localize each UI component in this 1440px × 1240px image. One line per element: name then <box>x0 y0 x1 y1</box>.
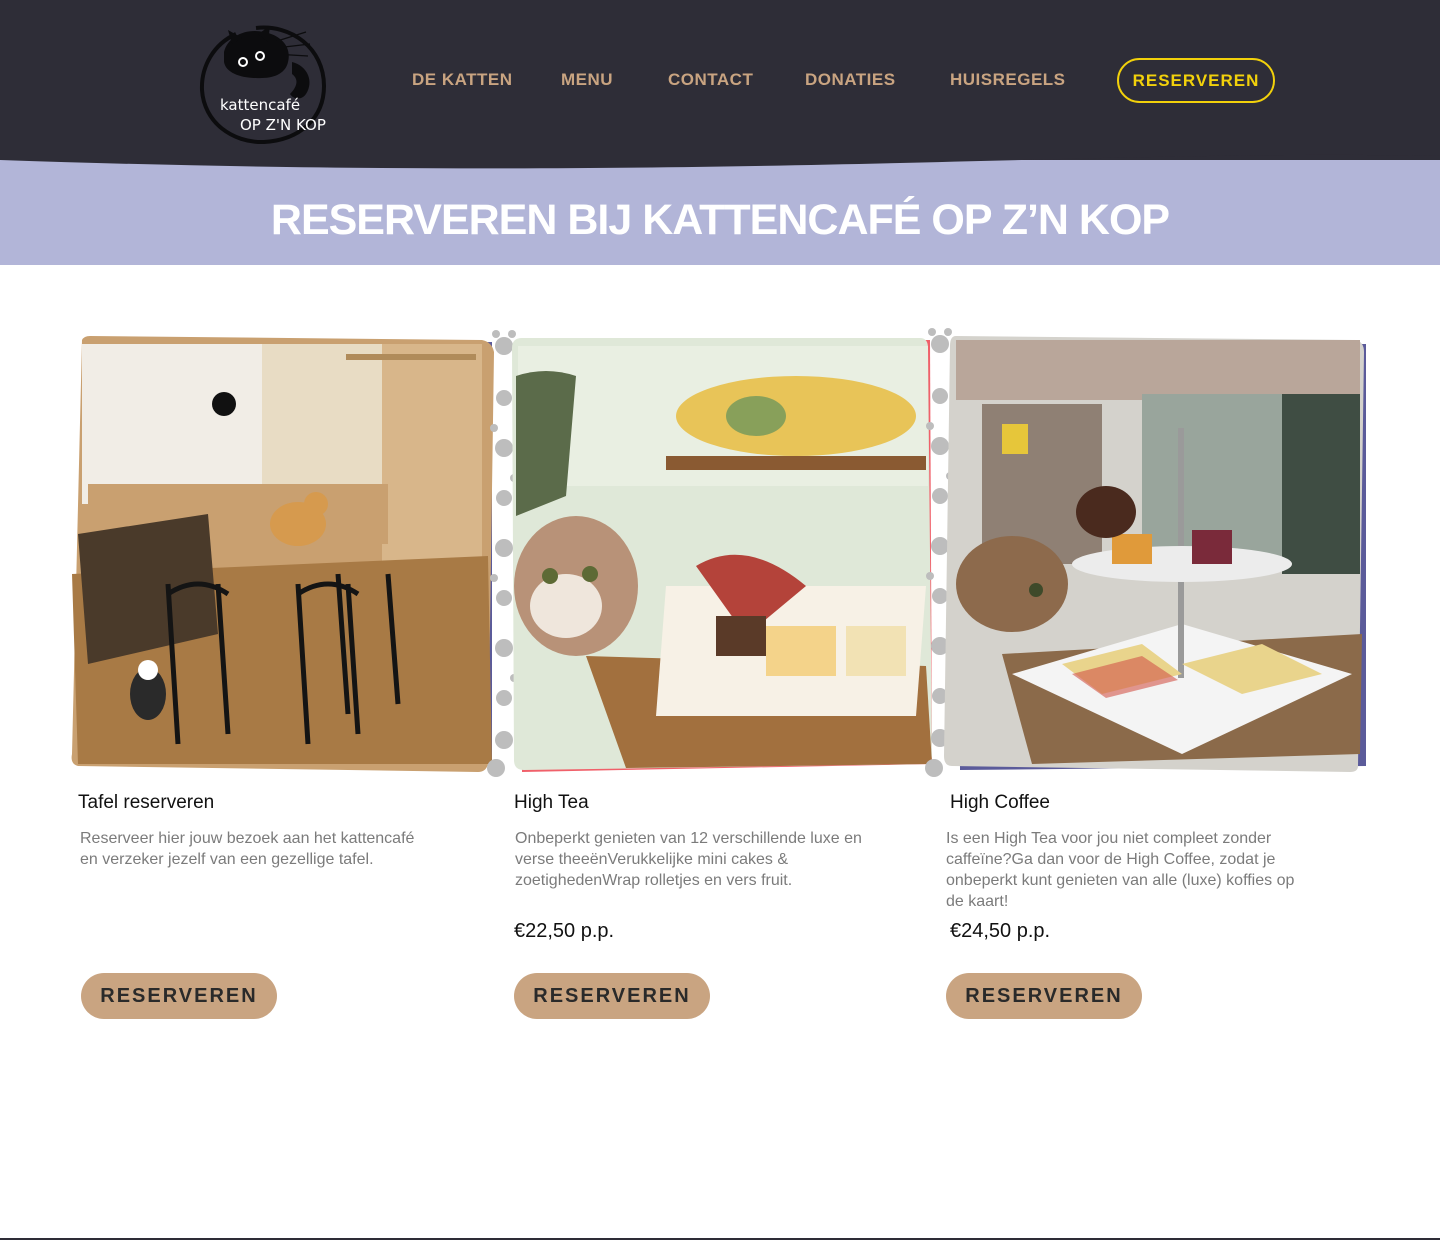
reserveren-button-high-coffee[interactable]: RESERVEREN <box>946 973 1142 1019</box>
card-title-high-tea: High Tea <box>514 792 589 813</box>
card-desc-tafel: Reserveer hier jouw bezoek aan het katte… <box>80 830 415 868</box>
card-desc-high-tea: Onbeperkt genieten van 12 verschillende … <box>515 830 862 889</box>
card-desc-high-coffee: Is een High Tea voor jou niet compleet z… <box>946 830 1295 910</box>
reserveren-button-high-tea[interactable]: RESERVEREN <box>514 973 710 1019</box>
card-photo-high-coffee <box>944 336 1366 772</box>
nav-menu[interactable]: MENU <box>561 70 613 90</box>
svg-text:OP Z'N KOP: OP Z'N KOP <box>240 116 326 134</box>
card-price-high-coffee: €24,50 p.p. <box>950 920 1051 942</box>
reserveren-button-tafel[interactable]: RESERVEREN <box>81 973 277 1019</box>
card-title-high-coffee: High Coffee <box>950 792 1050 813</box>
nav-contact[interactable]: CONTACT <box>668 70 753 90</box>
page-title: RESERVEREN BIJ KATTENCAFÉ OP Z’N KOP <box>270 196 1170 244</box>
nav-donaties[interactable]: DONATIES <box>805 70 896 90</box>
card-price-high-tea: €22,50 p.p. <box>514 920 615 942</box>
card-photo-high-tea <box>512 338 932 772</box>
nav-huisregels[interactable]: HUISREGELS <box>950 70 1066 90</box>
card-title-tafel: Tafel reserveren <box>78 792 215 813</box>
nav-reserveren-button[interactable]: RESERVEREN <box>1117 58 1275 103</box>
header-wave-overlay <box>0 150 1440 169</box>
card-photo-tafel <box>71 336 494 772</box>
nav-de-katten[interactable]: DE KATTEN <box>412 70 513 90</box>
main-nav: DE KATTEN MENU CONTACT DONATIES HUISREGE… <box>0 58 1440 104</box>
